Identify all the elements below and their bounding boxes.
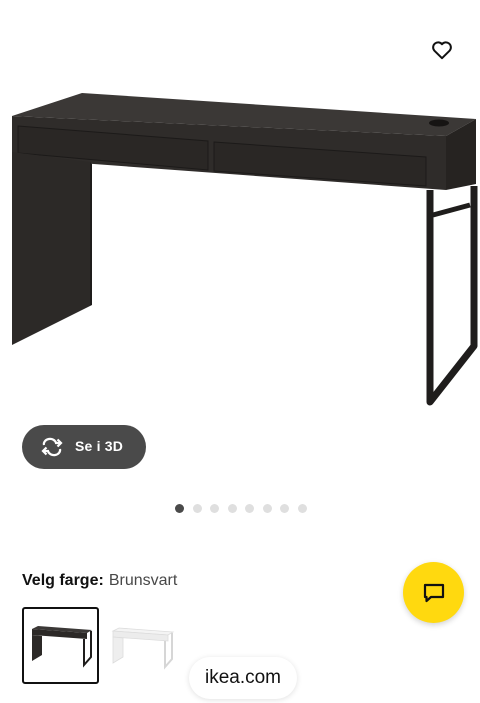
gallery-dot[interactable] [192,504,202,513]
url-text: ikea.com [204,667,282,688]
white-desk-thumbnail [111,627,175,670]
view-3d-label: Se i 3D [75,438,124,454]
color-label: Velg farge: [22,572,104,589]
gallery-dot[interactable] [297,504,307,513]
rotate-icon [41,437,63,457]
gallery-dot[interactable] [245,504,254,513]
product-image[interactable] [0,0,480,420]
gallery-dot[interactable] [227,504,237,513]
color-option-white[interactable] [105,607,182,684]
gallery-dot[interactable] [210,504,219,513]
chat-icon [423,583,444,602]
gallery-pagination [175,504,307,514]
gallery-dot[interactable] [262,504,272,513]
color-selector-label: Velg farge: Brunsvart [22,572,177,590]
chat-button[interactable] [403,562,464,623]
view-3d-button[interactable]: Se i 3D [22,425,146,469]
favourite-button[interactable] [426,34,458,66]
heart-icon [432,41,452,60]
desk-illustration [12,93,478,406]
address-bar[interactable]: ikea.com [189,657,297,699]
black-brown-desk-thumbnail [32,626,92,668]
gallery-dot[interactable] [280,504,289,513]
color-value: Brunsvart [108,572,178,589]
color-option-black-brown[interactable] [22,607,99,684]
gallery-dot[interactable] [175,504,184,513]
